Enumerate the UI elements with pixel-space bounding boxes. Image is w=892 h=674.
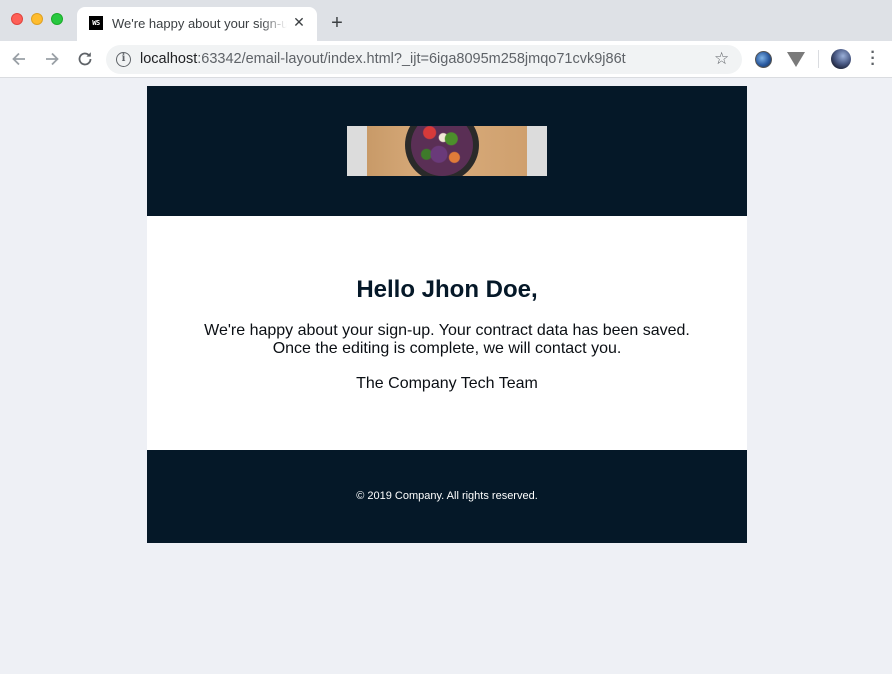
active-tab[interactable]: WS We're happy about your sign-up ✕ <box>77 7 317 41</box>
url-text[interactable]: localhost:63342/email-layout/index.html?… <box>140 51 626 67</box>
message-text: We're happy about your sign-up. Your con… <box>147 322 747 358</box>
maximize-window-button[interactable] <box>51 13 63 25</box>
email-footer: © 2019 Company. All rights reserved. <box>147 450 747 543</box>
profile-avatar[interactable] <box>831 49 851 69</box>
greeting-heading: Hello Jhon Doe, <box>356 276 538 303</box>
close-tab-icon[interactable]: ✕ <box>291 14 307 30</box>
new-tab-button[interactable]: + <box>327 13 347 33</box>
url-host: localhost <box>140 51 198 67</box>
tab-title: We're happy about your sign-up <box>112 16 287 31</box>
back-arrow-icon[interactable] <box>9 49 29 69</box>
forward-arrow-icon[interactable] <box>42 49 62 69</box>
tab-bar: WS We're happy about your sign-up ✕ + <box>0 0 892 41</box>
signature-text: The Company Tech Team <box>356 375 538 392</box>
reload-icon[interactable] <box>75 49 95 69</box>
url-path: :63342/email-layout/index.html?_ijt=6iga… <box>197 51 626 67</box>
close-window-button[interactable] <box>11 13 23 25</box>
email-body: Hello Jhon Doe, We're happy about your s… <box>147 216 747 450</box>
more-menu-icon[interactable]: · · · <box>866 45 880 73</box>
email-container: Hello Jhon Doe, We're happy about your s… <box>147 86 747 543</box>
toolbar-divider <box>818 50 819 68</box>
site-info-icon[interactable]: i <box>116 52 131 67</box>
webstorm-favicon-icon: WS <box>89 16 103 30</box>
copyright-text: © 2019 Company. All rights reserved. <box>356 490 538 502</box>
globe-extension-icon[interactable] <box>755 51 772 68</box>
vue-extension-icon[interactable] <box>787 52 805 67</box>
email-header <box>147 86 747 216</box>
address-bar[interactable]: i localhost:63342/email-layout/index.htm… <box>106 45 742 74</box>
header-image <box>347 126 547 176</box>
minimize-window-button[interactable] <box>31 13 43 25</box>
message-line-2: Once the editing is complete, we will co… <box>272 340 622 357</box>
message-line-1: We're happy about your sign-up. Your con… <box>204 322 690 339</box>
bookmark-star-icon[interactable]: ☆ <box>714 49 729 69</box>
